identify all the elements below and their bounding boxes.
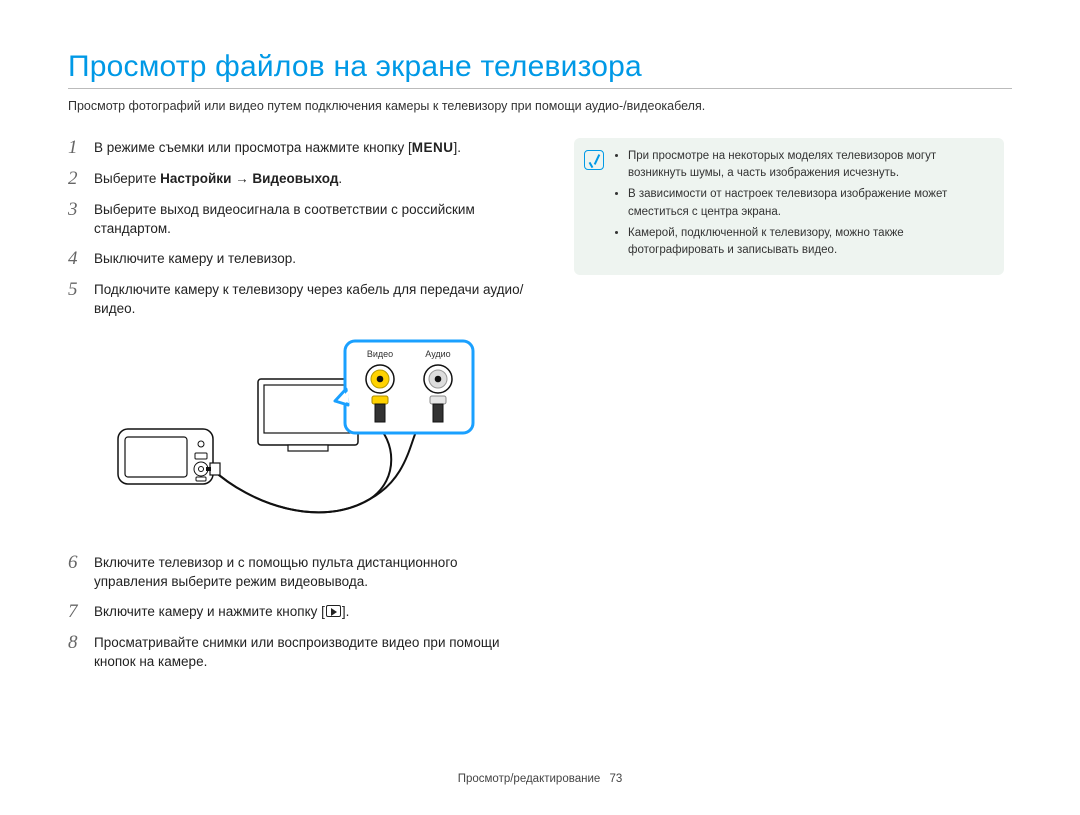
footer-section: Просмотр/редактирование (458, 773, 601, 785)
videoout-label: Видеовыход (252, 171, 338, 186)
connection-diagram: Видео Аудио (68, 329, 532, 539)
step-number: 2 (68, 169, 94, 190)
step-3: 3 Выберите выход видеосигнала в соответс… (68, 200, 532, 239)
step-text: Подключите камеру к телевизору через каб… (94, 280, 532, 319)
page-footer: Просмотр/редактирование 73 (0, 773, 1080, 785)
step-text: Включите телевизор и с помощью пульта ди… (94, 553, 532, 592)
page-number: 73 (609, 773, 622, 785)
steps-list-continued: 6 Включите телевизор и с помощью пульта … (68, 553, 532, 672)
note-item: В зависимости от настроек телевизора изо… (628, 186, 990, 221)
settings-label: Настройки (160, 171, 231, 186)
step-8: 8 Просматривайте снимки или воспроизводи… (68, 633, 532, 672)
step-text: ]. (342, 604, 350, 619)
note-item: При просмотре на некоторых моделях телев… (628, 148, 990, 183)
tv-icon (258, 379, 358, 451)
video-port-label: Видео (367, 349, 393, 359)
step-5: 5 Подключите камеру к телевизору через к… (68, 280, 532, 319)
note-item: Камерой, подключенной к телевизору, можн… (628, 225, 990, 260)
step-number: 3 (68, 200, 94, 221)
title-rule (68, 88, 1012, 89)
page-title: Просмотр файлов на экране телевизора (68, 50, 1012, 84)
step-number: 5 (68, 280, 94, 301)
menu-label: MENU (412, 140, 454, 155)
step-2: 2 Выберите Настройки → Видеовыход. (68, 169, 532, 190)
step-text: ]. (453, 140, 461, 155)
step-text: Просматривайте снимки или воспроизводите… (94, 633, 532, 672)
step-number: 7 (68, 602, 94, 623)
arrow: → (231, 171, 252, 186)
step-text: Выберите выход видеосигнала в соответств… (94, 200, 532, 239)
step-4: 4 Выключите камеру и телевизор. (68, 249, 532, 270)
step-text: . (338, 171, 342, 186)
av-ports-callout: Видео Аудио (335, 341, 473, 433)
step-number: 4 (68, 249, 94, 270)
note-icon (584, 150, 604, 170)
note-list: При просмотре на некоторых моделях телев… (614, 148, 990, 264)
step-7: 7 Включите камеру и нажмите кнопку []. (68, 602, 532, 623)
note-box: При просмотре на некоторых моделях телев… (574, 138, 1004, 276)
step-1: 1 В режиме съемки или просмотра нажмите … (68, 138, 532, 159)
camera-icon (118, 429, 213, 484)
intro-text: Просмотр фотографий или видео путем подк… (68, 97, 1012, 116)
step-number: 6 (68, 553, 94, 574)
steps-list: 1 В режиме съемки или просмотра нажмите … (68, 138, 532, 319)
step-number: 1 (68, 138, 94, 159)
play-icon (326, 605, 341, 617)
step-text: Включите камеру и нажмите кнопку [ (94, 604, 325, 619)
step-text: В режиме съемки или просмотра нажмите кн… (94, 140, 412, 155)
step-text: Выключите камеру и телевизор. (94, 249, 532, 269)
step-number: 8 (68, 633, 94, 654)
step-text: Выберите (94, 171, 160, 186)
step-6: 6 Включите телевизор и с помощью пульта … (68, 553, 532, 592)
audio-port-label: Аудио (425, 349, 450, 359)
